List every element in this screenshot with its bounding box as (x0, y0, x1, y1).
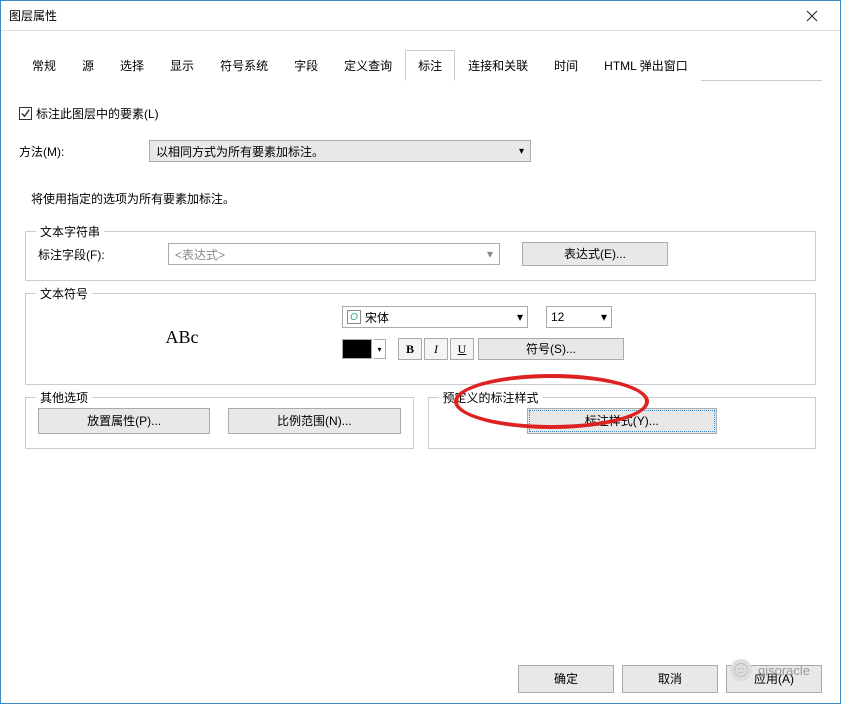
color-swatch[interactable] (342, 339, 372, 359)
tab-selection[interactable]: 选择 (107, 50, 157, 81)
dialog-window: 图层属性 常规 源 选择 显示 符号系统 字段 定义查询 标注 连接和关联 时间… (0, 0, 841, 704)
checkmark-icon (20, 108, 31, 119)
close-icon (806, 10, 818, 22)
font-select-value: 宋体 (365, 309, 389, 326)
tab-definition-query[interactable]: 定义查询 (331, 50, 405, 81)
tab-display[interactable]: 显示 (157, 50, 207, 81)
underline-button[interactable]: U (450, 338, 474, 360)
predefined-label-styles-fieldset: 预定义的标注样式 标注样式(Y)... (428, 397, 817, 449)
scale-range-button[interactable]: 比例范围(N)... (228, 408, 400, 434)
text-string-legend: 文本字符串 (36, 223, 104, 240)
other-options-legend: 其他选项 (36, 389, 92, 406)
cancel-button[interactable]: 取消 (622, 665, 718, 693)
method-select-value: 以相同方式为所有要素加标注。 (156, 143, 324, 160)
tab-labels[interactable]: 标注 (405, 50, 455, 81)
watermark: gisoracle (730, 659, 810, 681)
font-icon: O (347, 310, 361, 324)
method-row: 方法(M): 以相同方式为所有要素加标注。 ▾ (19, 140, 822, 162)
symbol-button[interactable]: 符号(S)... (478, 338, 624, 360)
watermark-text: gisoracle (758, 663, 810, 678)
label-field-value: <表达式> (175, 246, 225, 263)
chevron-down-icon: ▾ (487, 247, 493, 261)
titlebar: 图层属性 (1, 1, 840, 31)
chevron-down-icon: ▾ (601, 310, 607, 324)
font-size-select[interactable]: 12 ▾ (546, 306, 612, 328)
tab-content: 标注此图层中的要素(L) 方法(M): 以相同方式为所有要素加标注。 ▾ 将使用… (1, 81, 840, 473)
label-field-label: 标注字段(F): (38, 246, 168, 263)
placement-properties-button[interactable]: 放置属性(P)... (38, 408, 210, 434)
close-button[interactable] (792, 1, 832, 31)
italic-button[interactable]: I (424, 338, 448, 360)
font-select[interactable]: O 宋体 ▾ (342, 306, 528, 328)
label-features-checkbox-label: 标注此图层中的要素(L) (36, 105, 159, 122)
tab-html-popup[interactable]: HTML 弹出窗口 (591, 50, 701, 81)
watermark-icon (730, 659, 752, 681)
expression-button[interactable]: 表达式(E)... (522, 242, 668, 266)
window-title: 图层属性 (9, 7, 57, 24)
tab-source[interactable]: 源 (69, 50, 107, 81)
label-features-checkbox-row: 标注此图层中的要素(L) (19, 105, 822, 122)
text-string-fieldset: 文本字符串 标注字段(F): <表达式> ▾ 表达式(E)... (25, 231, 816, 281)
method-label: 方法(M): (19, 143, 149, 160)
method-description: 将使用指定的选项为所有要素加标注。 (31, 190, 822, 207)
method-select[interactable]: 以相同方式为所有要素加标注。 ▾ (149, 140, 531, 162)
label-features-checkbox[interactable] (19, 107, 32, 120)
text-symbol-legend: 文本符号 (36, 285, 92, 302)
color-dropdown[interactable]: ▾ (374, 339, 386, 359)
chevron-down-icon: ▾ (519, 146, 524, 157)
tab-symbology[interactable]: 符号系统 (207, 50, 281, 81)
other-options-fieldset: 其他选项 放置属性(P)... 比例范围(N)... (25, 397, 414, 449)
ok-button[interactable]: 确定 (518, 665, 614, 693)
predefined-legend: 预定义的标注样式 (439, 389, 543, 406)
bold-button[interactable]: B (398, 338, 422, 360)
symbol-controls: O 宋体 ▾ 12 ▾ ▾ B I U (342, 304, 803, 370)
tab-fields[interactable]: 字段 (281, 50, 331, 81)
tab-joins[interactable]: 连接和关联 (455, 50, 541, 81)
text-sample-preview: ABc (38, 304, 326, 370)
tab-general[interactable]: 常规 (19, 50, 69, 81)
tabs-row: 常规 源 选择 显示 符号系统 字段 定义查询 标注 连接和关联 时间 HTML… (19, 49, 822, 81)
label-field-select[interactable]: <表达式> ▾ (168, 243, 500, 265)
label-field-row: 标注字段(F): <表达式> ▾ 表达式(E)... (38, 242, 803, 266)
text-symbol-fieldset: 文本符号 ABc O宋体 ▾ 12 ▾ (25, 293, 816, 385)
font-size-value: 12 (551, 310, 564, 324)
tab-time[interactable]: 时间 (541, 50, 591, 81)
label-styles-button[interactable]: 标注样式(Y)... (527, 408, 717, 434)
chevron-down-icon: ▾ (517, 310, 523, 324)
